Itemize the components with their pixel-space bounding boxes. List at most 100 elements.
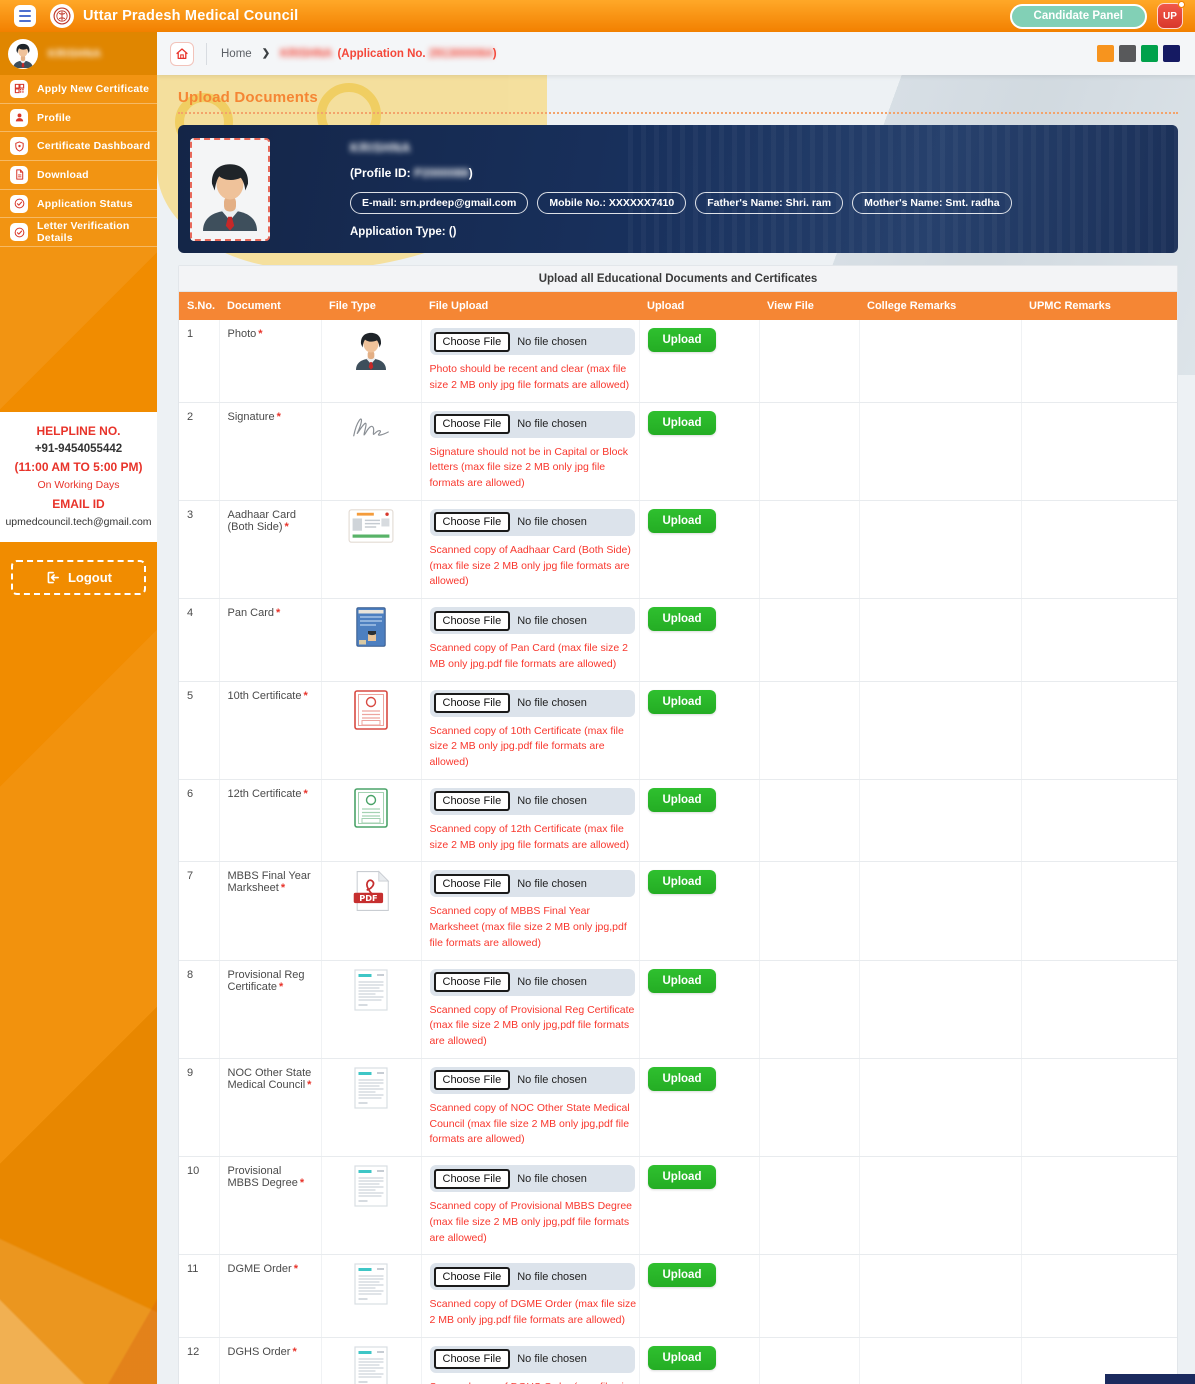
sidebar-item-icon [10,223,28,241]
sidebar-item[interactable]: Profile [0,104,157,133]
file-input[interactable]: Choose File No file chosen [430,969,635,996]
upmc-remarks-cell [1021,320,1177,402]
file-input[interactable]: Choose File No file chosen [430,328,635,355]
up-profile-badge[interactable]: UP [1157,3,1183,29]
file-input[interactable]: Choose File No file chosen [430,509,635,536]
upload-cell: Upload [639,599,759,682]
file-upload-cell: Choose File No file chosen Scanned copy … [421,599,639,682]
documents-table-card: Upload all Educational Documents and Cer… [178,265,1178,1384]
file-upload-cell: Choose File No file chosen Scanned copy … [421,1058,639,1156]
sno-cell: 7 [179,862,219,960]
upmc-remarks-cell [1021,681,1177,779]
choose-file-button[interactable]: Choose File [434,874,511,894]
college-remarks-cell [859,1255,1021,1338]
home-icon[interactable] [170,42,194,66]
upload-cell: Upload [639,1255,759,1338]
document-cell: 12th Certificate* [219,779,321,862]
upload-button[interactable]: Upload [648,607,717,631]
upload-button[interactable]: Upload [648,690,717,714]
file-input[interactable]: Choose File No file chosen [430,690,635,717]
chevron-right-icon: ❯ [262,48,270,59]
candidate-panel-button[interactable]: Candidate Panel [1010,4,1147,29]
choose-file-button[interactable]: Choose File [434,332,511,352]
file-status: No file chosen [517,615,587,627]
file-input[interactable]: Choose File No file chosen [430,607,635,634]
document-cell: DGHS Order* [219,1337,321,1384]
upload-button[interactable]: Upload [648,1346,717,1370]
upload-button[interactable]: Upload [648,1067,717,1091]
upmc-remarks-cell [1021,862,1177,960]
application-type: Application Type: () [350,226,1162,238]
table-row: 7 MBBS Final Year Marksheet* Choose File… [179,862,1177,960]
sno-cell: 4 [179,599,219,682]
profile-id: (Profile ID: P2000088) [350,166,1162,180]
choose-file-button[interactable]: Choose File [434,611,511,631]
upload-button[interactable]: Upload [648,788,717,812]
upload-button[interactable]: Upload [648,328,717,352]
file-type-thumbnail [354,1263,388,1305]
choose-file-button[interactable]: Choose File [434,414,511,434]
upload-button[interactable]: Upload [648,509,717,533]
choose-file-button[interactable]: Choose File [434,512,511,532]
sidebar-item[interactable]: Certificate Dashboard [0,132,157,161]
email-value: upmedcouncil.tech@gmail.com [4,516,153,528]
upload-button[interactable]: Upload [648,1165,717,1189]
file-status: No file chosen [517,1173,587,1185]
hamburger-menu-icon[interactable] [14,5,36,27]
choose-file-button[interactable]: Choose File [434,1169,511,1189]
sidebar-item[interactable]: Apply New Certificate [0,75,157,104]
file-upload-cell: Choose File No file chosen Scanned copy … [421,1337,639,1384]
sidebar-item[interactable]: Application Status [0,190,157,219]
choose-file-button[interactable]: Choose File [434,1349,511,1369]
file-input[interactable]: Choose File No file chosen [430,870,635,897]
sidebar-user-name: KRISHNA [48,48,102,60]
logout-button[interactable]: Logout [11,560,146,595]
document-cell: 10th Certificate* [219,681,321,779]
upload-button[interactable]: Upload [648,870,717,894]
upload-button[interactable]: Upload [648,1263,717,1287]
email-title: EMAIL ID [4,497,153,511]
sidebar-item[interactable]: Download [0,161,157,190]
choose-file-button[interactable]: Choose File [434,693,511,713]
file-status: No file chosen [517,516,587,528]
file-input[interactable]: Choose File No file chosen [430,411,635,438]
choose-file-button[interactable]: Choose File [434,1070,511,1090]
view-file-cell [759,1058,859,1156]
upload-button[interactable]: Upload [648,411,717,435]
file-input[interactable]: Choose File No file chosen [430,788,635,815]
table-row: 1 Photo* Choose File No file chosen Ph [179,320,1177,402]
choose-file-button[interactable]: Choose File [434,1267,511,1287]
upload-button[interactable]: Upload [648,969,717,993]
file-upload-cell: Choose File No file chosen Scanned copy … [421,960,639,1058]
college-remarks-cell [859,681,1021,779]
column-header: Document [219,292,321,320]
profile-badges: E-mail: srn.prdeep@gmail.comMobile No.: … [350,192,1162,214]
color-swatch[interactable] [1141,45,1158,62]
sidebar-item[interactable]: Letter Verification Details [0,218,157,247]
choose-file-button[interactable]: Choose File [434,972,511,992]
sno-cell: 6 [179,779,219,862]
file-input[interactable]: Choose File No file chosen [430,1346,635,1373]
upmc-remarks-cell [1021,500,1177,598]
file-input[interactable]: Choose File No file chosen [430,1165,635,1192]
file-input[interactable]: Choose File No file chosen [430,1263,635,1290]
file-input[interactable]: Choose File No file chosen [430,1067,635,1094]
upload-cell: Upload [639,779,759,862]
sidebar-user[interactable]: KRISHNA [0,32,157,75]
helpline-title: HELPLINE NO. [4,424,153,438]
color-swatch[interactable] [1163,45,1180,62]
view-file-cell [759,1337,859,1384]
sno-cell: 3 [179,500,219,598]
logout-icon [45,570,60,585]
breadcrumb-user-name: KRISHNA [280,48,332,60]
sidebar-item-icon [10,166,28,184]
color-swatch[interactable] [1119,45,1136,62]
column-header: View File [759,292,859,320]
upmc-logo [50,4,74,28]
choose-file-button[interactable]: Choose File [434,791,511,811]
college-remarks-cell [859,1058,1021,1156]
breadcrumb-home-link[interactable]: Home [221,48,252,60]
color-swatch[interactable] [1097,45,1114,62]
sidebar-item-label: Application Status [37,198,133,210]
upload-cell: Upload [639,1157,759,1255]
